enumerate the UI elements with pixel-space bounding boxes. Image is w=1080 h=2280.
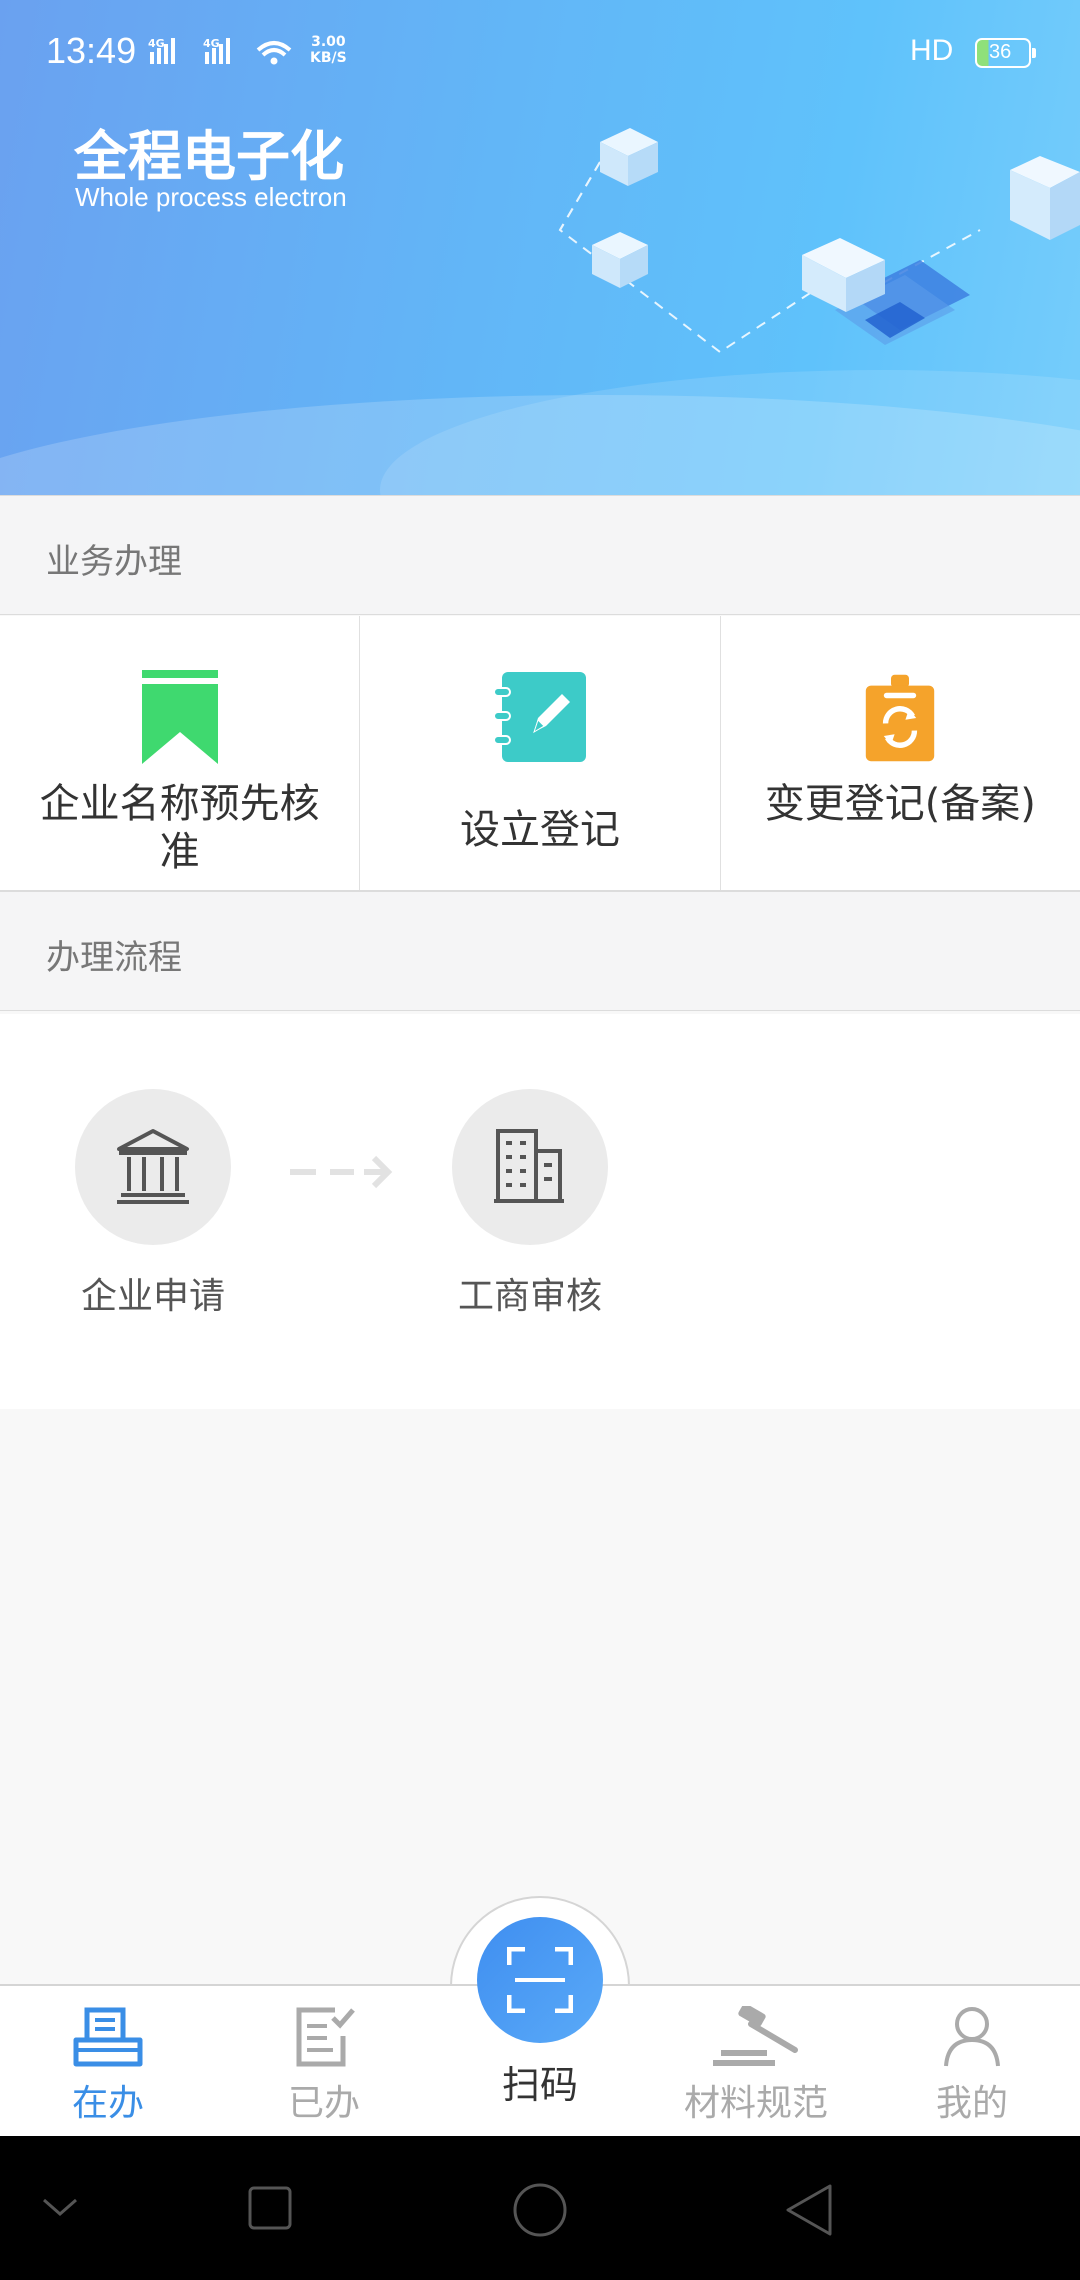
banner-title: 全程电子化 <box>74 125 344 188</box>
bank-icon <box>117 1129 189 1204</box>
nav-item-label: 在办 <box>71 2083 144 2124</box>
cubes-illustration <box>558 128 1080 354</box>
building-icon <box>494 1129 564 1203</box>
signal-icon: 4G 4G <box>148 37 292 65</box>
process-step-label: 企业申请 <box>80 1276 225 1317</box>
scan-icon <box>507 1947 573 2013</box>
tray-list-icon <box>73 2007 143 2067</box>
business-item-name-approval[interactable]: 企业名称预先核准 <box>0 616 361 890</box>
business-grid: 企业名称预先核准 设立登记 变更登记(备案) <box>0 616 1080 891</box>
hd-indicator: HD <box>910 34 954 67</box>
bookmark-icon <box>141 670 218 764</box>
nav-item-done[interactable]: 已办 <box>224 1998 424 2126</box>
svg-text:4G: 4G <box>148 37 165 50</box>
section-header-business: 业务办理 <box>0 495 1080 615</box>
network-speed: 3.00 KB/S <box>310 34 347 66</box>
scan-button[interactable] <box>477 1917 603 2043</box>
section-header-process: 办理流程 <box>0 891 1080 1011</box>
nav-icon-wrap <box>8 1998 208 2068</box>
process-flow: 企业申请 工商审核 <box>0 1014 1080 1409</box>
recent-apps-button[interactable] <box>248 2186 292 2230</box>
nav-icon-wrap <box>224 1998 424 2068</box>
battery-icon: 36 <box>975 38 1036 68</box>
status-time: 13:49 <box>46 30 137 71</box>
business-item-label: 变更登记(备案) <box>764 781 1036 827</box>
arrow-right-icon <box>290 1155 393 1189</box>
business-item-establish[interactable]: 设立登记 <box>360 616 721 890</box>
back-button[interactable] <box>784 2182 834 2238</box>
document-check-icon <box>296 2007 355 2067</box>
nav-icon-wrap <box>872 1998 1072 2068</box>
process-step-label: 工商审核 <box>457 1276 602 1317</box>
business-item-label: 设立登记 <box>459 807 620 853</box>
user-icon <box>944 2007 1000 2067</box>
nav-icon-wrap <box>656 1998 856 2068</box>
nav-item-label: 我的 <box>935 2083 1008 2124</box>
home-button[interactable] <box>512 2182 568 2238</box>
battery-level: 36 <box>989 41 1012 63</box>
scan-label[interactable]: 扫码 <box>440 2054 640 2109</box>
process-step: 企业申请 <box>73 1089 233 1319</box>
speed-value: 3.00 <box>311 34 346 50</box>
business-item-change[interactable]: 变更登记(备案) <box>721 616 1080 890</box>
speed-unit: KB/S <box>310 50 347 66</box>
svg-text:4G: 4G <box>203 37 220 50</box>
section-title: 办理流程 <box>46 938 182 978</box>
banner-subtitle: Whole process electron <box>75 182 347 212</box>
header-banner: 13:49 4G 4G 3.00 KB/S HD 36 全程电子化 Whole … <box>0 0 1080 495</box>
system-nav-bar <box>0 2136 1080 2280</box>
nav-item-materials[interactable]: 材料规范 <box>656 1998 856 2126</box>
process-step-circle <box>75 1089 231 1245</box>
process-step-circle <box>452 1089 608 1245</box>
status-bar: 13:49 4G 4G 3.00 KB/S HD 36 <box>0 0 1080 110</box>
gavel-icon <box>713 2006 798 2066</box>
nav-item-mine[interactable]: 我的 <box>872 1998 1072 2126</box>
business-item-label: 企业名称预先核准 <box>39 781 320 875</box>
clipboard-refresh-icon <box>866 674 935 762</box>
notebook-edit-icon <box>492 672 586 762</box>
process-step: 工商审核 <box>450 1089 610 1319</box>
nav-item-label: 材料规范 <box>683 2083 828 2124</box>
nav-item-label: 已办 <box>287 2083 360 2124</box>
nav-item-in-progress[interactable]: 在办 <box>8 1998 208 2126</box>
chevron-down-icon[interactable] <box>40 2196 80 2220</box>
section-title: 业务办理 <box>46 542 182 582</box>
